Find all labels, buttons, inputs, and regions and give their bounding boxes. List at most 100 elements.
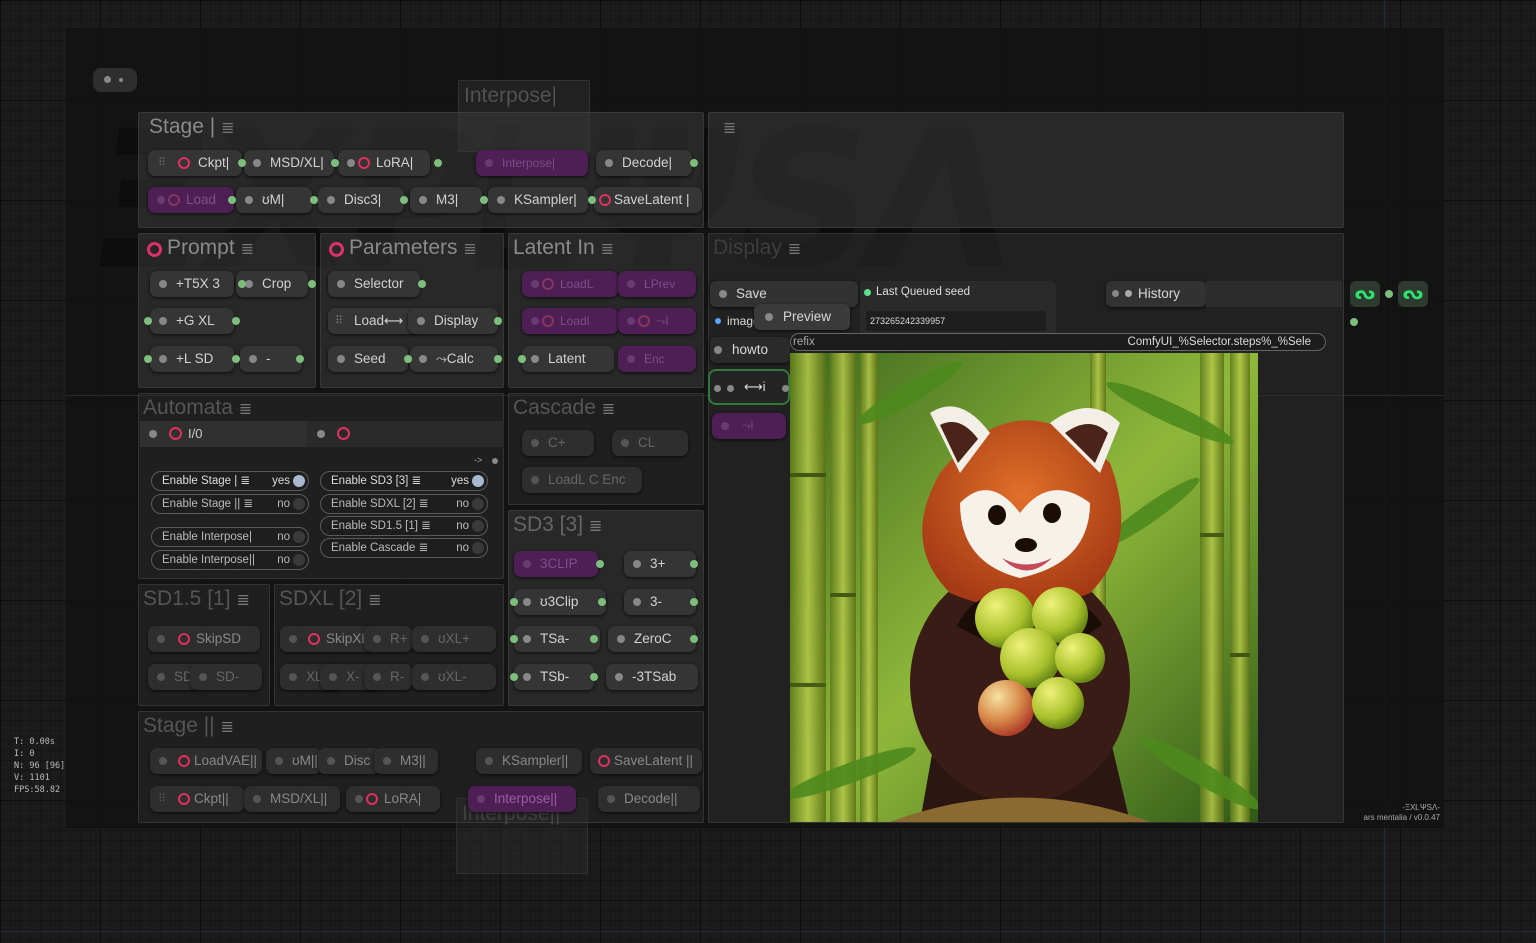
node-minus[interactable]: - [240,346,302,372]
node-enc[interactable]: Enc [618,346,696,372]
node-tsa[interactable]: TSa- [514,626,600,652]
output-dot[interactable] [404,355,412,363]
filename-prefix-field[interactable]: refix ComfyUI_%Selector.steps%_%Sele [790,333,1326,351]
node-t5x3[interactable]: +T5X 3 [150,271,234,297]
group-menu-icon[interactable]: ≣ [221,719,234,736]
output-dot[interactable] [494,355,502,363]
node-uxl-plus[interactable]: ʊXL+ [412,626,496,652]
node-ckpt[interactable]: ⠿ Ckpt| [148,150,242,176]
node-latent[interactable]: Latent [522,346,614,372]
node-interpose[interactable]: Interpose| [476,150,588,176]
group-menu-icon[interactable]: ≣ [237,592,250,609]
node-r-plus[interactable]: R+ [364,626,412,652]
toggle-enable-cascade[interactable]: Enable Cascade ≣ no [320,538,488,558]
node-3tsab[interactable]: -3TSab [606,664,698,690]
node-skipxl[interactable]: SkipXL [280,626,372,652]
output-dot[interactable] [238,280,246,288]
node-msd-xl[interactable]: MSD/XL| [244,150,334,176]
node-gxl[interactable]: +G XL [150,308,234,334]
node-uxl-minus[interactable]: ʊXL- [412,664,496,690]
group-menu-icon[interactable]: ≣ [464,241,477,258]
node-msd-xl2[interactable]: MSD/XL|| [244,786,340,812]
output-dot[interactable] [690,598,698,606]
io-node[interactable]: ⟷i [708,369,790,405]
output-dot[interactable] [690,159,698,167]
node-loadl-c-enc[interactable]: LoadL C Enc [522,467,642,493]
preview-button[interactable]: Preview [754,304,850,330]
toggle-enable-sdxl[interactable]: Enable SDXL [2] ≣ no [320,494,488,514]
node-3-plus[interactable]: 3+ [624,551,696,577]
node-load-swap[interactable]: ⠿ Load⟷ [328,308,420,334]
node-seed[interactable]: Seed [328,346,408,372]
output-dot[interactable] [232,317,240,325]
group-menu-icon[interactable]: ≣ [788,241,801,258]
group-menu-icon[interactable]: ≣ [241,241,254,258]
group-right-top[interactable]: ≣ [708,112,1344,228]
output-dot[interactable] [238,159,246,167]
output-dot[interactable] [494,317,502,325]
output-dot[interactable] [310,196,318,204]
output-dot[interactable] [492,458,498,464]
node-r-minus[interactable]: R- [364,664,412,690]
seed-value-field[interactable]: 273265242339957 [866,311,1046,331]
node-ksampler[interactable]: KSampler| [488,187,588,213]
node-selector[interactable]: Selector [328,271,420,297]
group-menu-icon[interactable]: ≣ [601,241,614,258]
node-latent-swap[interactable]: ⤳l [618,308,696,334]
group-menu-icon[interactable]: ≣ [239,401,252,418]
output-dot[interactable] [590,673,598,681]
node-m3-2[interactable]: M3|| [374,748,438,774]
node-decode2[interactable]: Decode|| [598,786,700,812]
node-savelatent[interactable]: SaveLatent | [594,187,702,213]
history-button[interactable]: History [1106,281,1206,307]
toggle-enable-interpose-1[interactable]: Enable Interpose| no [151,527,309,547]
input-dot[interactable] [510,598,518,606]
output-dot[interactable] [690,635,698,643]
output-dot[interactable] [690,560,698,568]
output-dot[interactable] [598,598,606,606]
node-cl[interactable]: CL [612,430,688,456]
output-dot[interactable] [434,159,442,167]
preview-image[interactable] [790,353,1258,822]
node-3clip[interactable]: 3CLIP [514,551,598,577]
group-menu-icon[interactable]: ≣ [589,518,602,535]
link-icon-2[interactable]: ᔓ [1398,281,1428,307]
output-dot[interactable] [228,196,236,204]
image-input[interactable]: image [710,309,760,333]
input-dot[interactable] [518,355,526,363]
output-dot[interactable] [1350,318,1358,326]
node-lora2[interactable]: LoRA| [346,786,440,812]
toggle-enable-stage-1[interactable]: Enable Stage | ≣ yes [151,471,309,491]
node-lsd[interactable]: +L SD [150,346,234,372]
node-u3clip[interactable]: ʊ3Clip [514,589,606,615]
node-zeroc[interactable]: ZeroC [608,626,696,652]
output-dot[interactable] [308,280,316,288]
node-savelatent2[interactable]: SaveLatent || [590,748,702,774]
io-node-2[interactable]: ⤳l [712,413,786,439]
node-crop[interactable]: Crop [236,271,308,297]
output-dot[interactable] [588,196,596,204]
node-load[interactable]: Load [148,187,234,213]
node-m3[interactable]: M3| [410,187,482,213]
howto-button[interactable]: howto [710,337,790,363]
node-um[interactable]: ʊM| [236,187,312,213]
node-um2[interactable]: ʊM|| [266,748,322,774]
input-dot[interactable] [510,673,518,681]
node-calc[interactable]: ⤳Calc [410,346,498,372]
node-disc3[interactable]: Disc3| [318,187,404,213]
toggle-enable-interpose-2[interactable]: Enable Interpose|| no [151,550,309,570]
output-dot[interactable] [1385,290,1393,298]
node-loadvae2[interactable]: LoadVAE|| [150,748,262,774]
node-display[interactable]: Display [408,308,498,334]
node-ksampler2[interactable]: KSampler|| [476,748,582,774]
node-lora[interactable]: LoRA| [338,150,430,176]
node-decode[interactable]: Decode| [596,150,692,176]
input-dot[interactable] [510,635,518,643]
toggle-enable-sd3[interactable]: Enable SD3 [3] ≣ yes [320,471,488,491]
output-dot[interactable] [400,196,408,204]
node-skipsd[interactable]: SkipSD [148,626,260,652]
output-dot[interactable] [232,355,240,363]
node-disc2[interactable]: Disc [318,748,380,774]
node-lprev[interactable]: LPrev [618,271,696,297]
node-c-plus[interactable]: C+ [522,430,594,456]
